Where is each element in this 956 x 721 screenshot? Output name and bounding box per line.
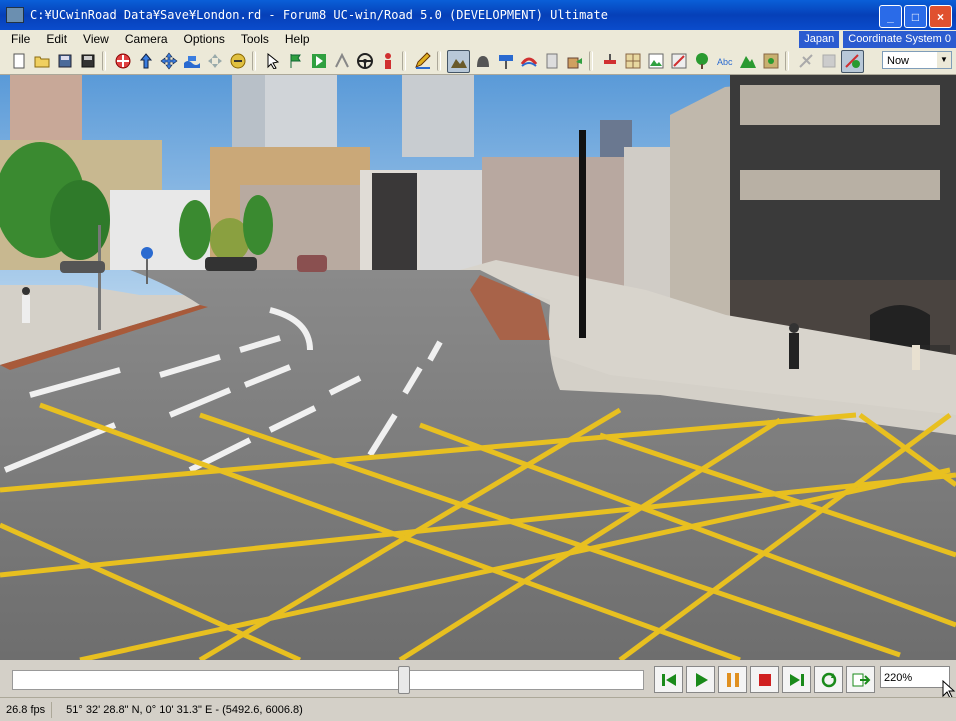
scene-render: [0, 75, 956, 660]
toolbar: Abc Now ▼: [0, 48, 956, 75]
time-select-value: Now: [887, 55, 910, 67]
new-icon[interactable]: [8, 51, 29, 72]
chevron-down-icon[interactable]: ▼: [937, 52, 951, 68]
timeline-track[interactable]: [12, 670, 644, 690]
dome-icon[interactable]: [472, 51, 493, 72]
minimize-button[interactable]: _: [879, 5, 902, 28]
toolbar-separator: [785, 51, 789, 71]
menu-view[interactable]: View: [72, 32, 114, 46]
play-icon[interactable]: [686, 666, 715, 693]
region-button[interactable]: Japan: [799, 31, 840, 48]
title-bar: C:¥UCwinRoad Data¥Save¥London.rd - Forum…: [0, 0, 956, 30]
menu-bar: File Edit View Camera Options Tools Help…: [0, 30, 956, 48]
menu-tools[interactable]: Tools: [230, 32, 274, 46]
save-icon[interactable]: [77, 51, 98, 72]
export-icon[interactable]: [846, 666, 875, 693]
nav-icon[interactable]: [227, 51, 248, 72]
terrain-icon[interactable]: [447, 49, 470, 73]
clock-icon[interactable]: [841, 49, 864, 73]
toolbar-separator: [252, 51, 256, 71]
menu-help[interactable]: Help: [274, 32, 315, 46]
step-forward-icon[interactable]: [782, 666, 811, 693]
toolbar-separator: [102, 51, 106, 71]
save-as-icon[interactable]: [54, 51, 75, 72]
pencil-icon[interactable]: [412, 51, 433, 72]
menu-file[interactable]: File: [0, 32, 35, 46]
stop-icon[interactable]: [750, 666, 779, 693]
coordinate-system-button[interactable]: Coordinate System 0: [843, 31, 956, 48]
app-icon[interactable]: [6, 7, 24, 23]
window-title: C:¥UCwinRoad Data¥Save¥London.rd - Forum…: [30, 8, 608, 22]
disabled-icon[interactable]: [795, 51, 816, 72]
raise-icon[interactable]: [135, 51, 156, 72]
toolbar-separator: [402, 51, 406, 71]
menu-right-group: Japan Coordinate System 0: [799, 31, 956, 48]
loop-icon[interactable]: [814, 666, 843, 693]
3d-viewport[interactable]: [0, 75, 956, 660]
model-icon[interactable]: [564, 51, 585, 72]
document-icon[interactable]: [541, 51, 562, 72]
road-move-icon[interactable]: [112, 51, 133, 72]
fps-readout: 26.8 fps: [0, 701, 53, 718]
open-icon[interactable]: [31, 51, 52, 72]
texture-icon[interactable]: [668, 51, 689, 72]
steering-wheel-icon[interactable]: [354, 51, 375, 72]
zoom-level[interactable]: 220%: [880, 666, 950, 688]
play-icon[interactable]: [308, 51, 329, 72]
select-icon[interactable]: [262, 51, 283, 72]
close-button[interactable]: ×: [929, 5, 952, 28]
grid-icon[interactable]: [622, 51, 643, 72]
person-icon[interactable]: [377, 51, 398, 72]
image-icon[interactable]: [645, 51, 666, 72]
mountain-icon[interactable]: [737, 51, 758, 72]
window-controls: _ □ ×: [879, 5, 952, 28]
time-select[interactable]: Now ▼: [882, 51, 952, 69]
menu-camera[interactable]: Camera: [114, 32, 173, 46]
arrows-icon[interactable]: [518, 51, 539, 72]
step-back-icon[interactable]: [654, 666, 683, 693]
water-icon[interactable]: [181, 51, 202, 72]
map-icon[interactable]: [760, 51, 781, 72]
pause-icon[interactable]: [718, 666, 747, 693]
drive-icon[interactable]: [331, 51, 352, 72]
disabled-icon-2[interactable]: [818, 51, 839, 72]
maximize-button[interactable]: □: [904, 5, 927, 28]
lift-icon[interactable]: [204, 51, 225, 72]
toolbar-separator: [437, 51, 441, 71]
timeline-thumb[interactable]: [398, 666, 410, 694]
sign-icon[interactable]: [495, 51, 516, 72]
menu-options[interactable]: Options: [173, 32, 230, 46]
tree-icon[interactable]: [691, 51, 712, 72]
menu-edit[interactable]: Edit: [35, 32, 72, 46]
marker-icon[interactable]: [599, 51, 620, 72]
move-icon[interactable]: [158, 51, 179, 72]
flag-icon[interactable]: [285, 51, 306, 72]
toolbar-separator: [589, 51, 593, 71]
text-icon[interactable]: Abc: [714, 51, 735, 72]
status-bar: 26.8 fps 51° 32' 28.8" N, 0° 10' 31.3" E…: [0, 697, 956, 721]
coordinate-readout: 51° 32' 28.8" N, 0° 10' 31.3" E - (5492.…: [66, 703, 303, 716]
svg-text:Abc: Abc: [717, 57, 733, 67]
